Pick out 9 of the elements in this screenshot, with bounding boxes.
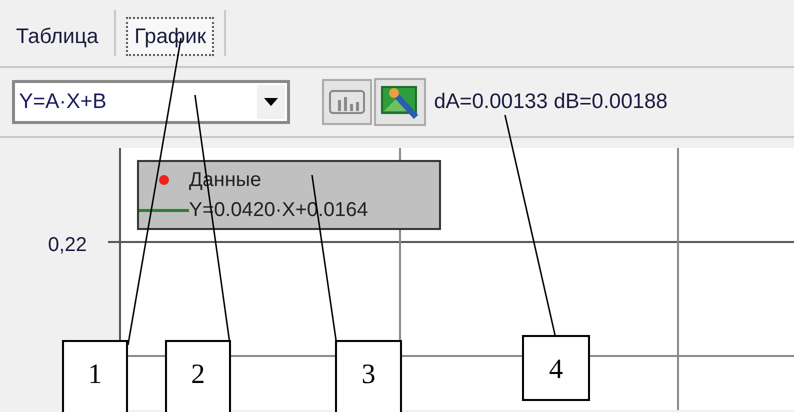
tab[interactable]: График xyxy=(126,16,214,56)
tab[interactable]: Таблица xyxy=(10,16,104,56)
fit-dropdown[interactable]: Y=A·X+B xyxy=(12,80,290,124)
callout-number: 3 xyxy=(335,340,402,412)
callout-number: 2 xyxy=(165,340,231,412)
y-tick-label: 0,22 xyxy=(48,233,87,258)
errors-text: dA=0.00133 dB=0.00188 xyxy=(434,89,668,116)
callout-number: 1 xyxy=(62,340,128,412)
callout-number: 4 xyxy=(522,335,590,401)
